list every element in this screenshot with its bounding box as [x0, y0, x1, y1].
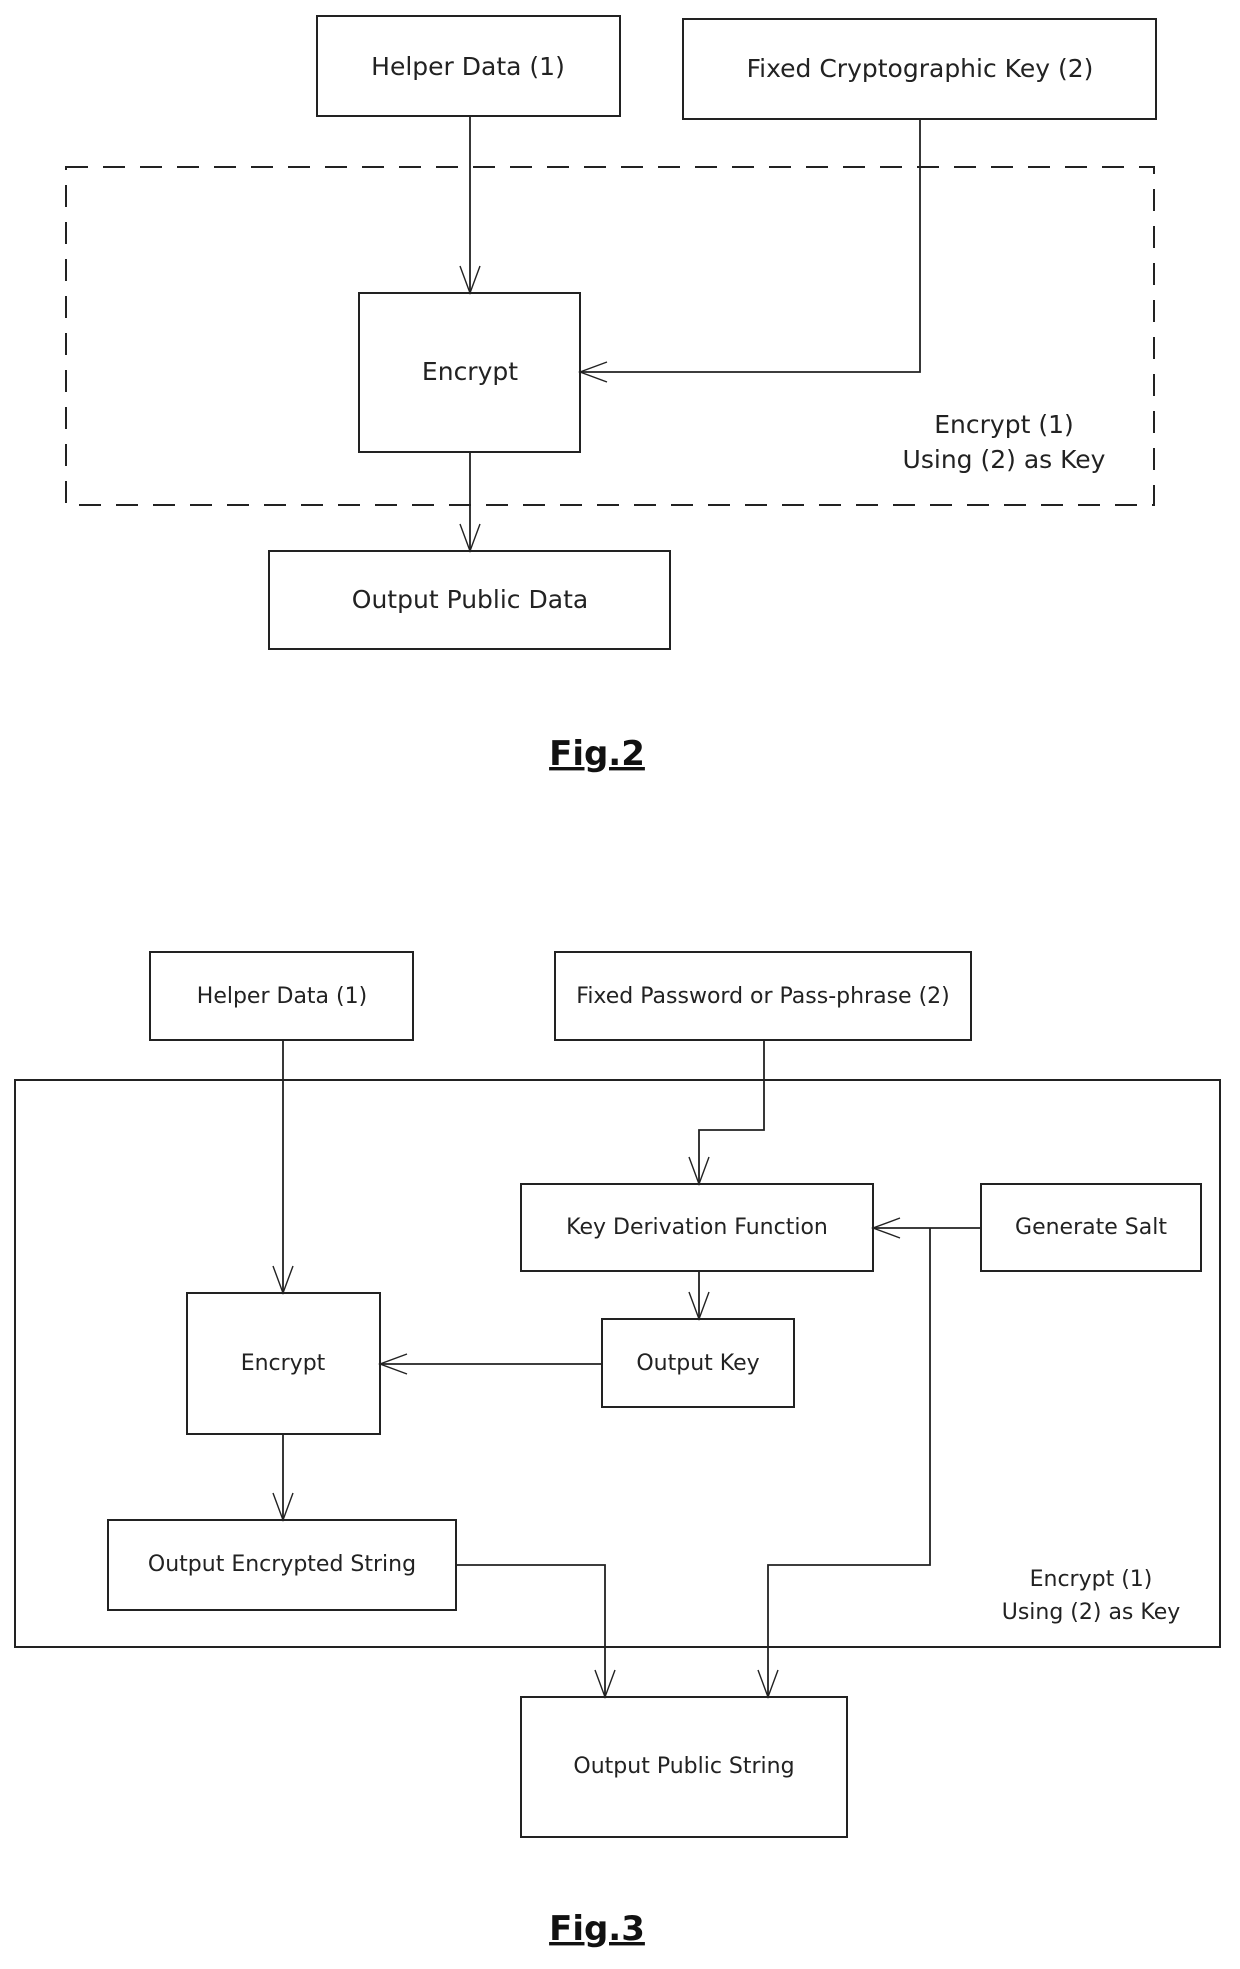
fig3-group-label-line1: Encrypt (1): [1030, 1567, 1153, 1592]
fig2-arrow-key-to-encrypt: [577, 119, 921, 383]
fig2-arrow-helper-to-encrypt: [459, 116, 481, 296]
fig2-output-public-data-label: Output Public Data: [352, 585, 588, 614]
fig3-output-key-label: Output Key: [636, 1351, 759, 1376]
fig3-salt-label: Generate Salt: [1015, 1215, 1167, 1240]
fig2-fixed-key-label: Fixed Cryptographic Key (2): [747, 54, 1094, 83]
fig2-group-label-line2: Using (2) as Key: [903, 445, 1106, 474]
fig3-diagram: Helper Data (1) Fixed Password or Pass-p…: [14, 951, 1221, 1949]
fig2-group-label-line1: Encrypt (1): [934, 410, 1074, 439]
fig2-caption: Fig.2: [549, 734, 645, 774]
fig2-diagram: Helper Data (1) Fixed Cryptographic Key …: [65, 15, 1157, 774]
fig3-password-label: Fixed Password or Pass-phrase (2): [576, 984, 949, 1009]
fig2-arrow-encrypt-to-output: [459, 452, 481, 554]
fig3-kdf-label: Key Derivation Function: [566, 1215, 828, 1240]
fig3-group-label-line2: Using (2) as Key: [1002, 1600, 1181, 1625]
fig3-output-encrypted-label: Output Encrypted String: [148, 1552, 416, 1577]
fig3-output-public-label: Output Public String: [573, 1754, 794, 1779]
fig2-encrypt-label: Encrypt: [422, 357, 518, 386]
patent-figures: Helper Data (1) Fixed Cryptographic Key …: [14, 15, 1221, 1949]
fig3-encrypt-label: Encrypt: [241, 1351, 326, 1376]
fig3-helper-data-label: Helper Data (1): [197, 984, 367, 1009]
fig3-caption: Fig.3: [549, 1909, 645, 1949]
fig2-helper-data-label: Helper Data (1): [371, 52, 565, 81]
